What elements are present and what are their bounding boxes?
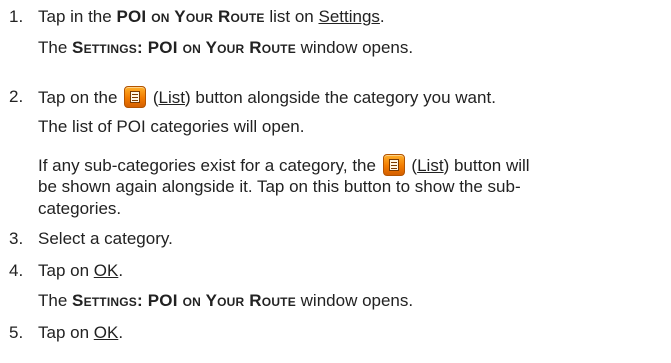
list-link[interactable]: List bbox=[417, 156, 443, 175]
list-icon[interactable] bbox=[382, 154, 405, 176]
step-number: 1. bbox=[9, 7, 24, 26]
step-number: 2. bbox=[9, 87, 24, 106]
step-text: list on bbox=[264, 7, 319, 26]
settings-window-label: Settings: POI on Your Route bbox=[72, 38, 296, 57]
step-number: 4. bbox=[9, 261, 24, 280]
step-number: 5. bbox=[9, 323, 24, 342]
ok-link[interactable]: OK bbox=[94, 323, 119, 342]
list-icon[interactable] bbox=[124, 86, 147, 108]
step-text: Tap in the bbox=[38, 7, 117, 26]
ok-link[interactable]: OK bbox=[94, 261, 119, 280]
poi-on-your-route-label: POI on Your Route bbox=[116, 7, 265, 26]
step-number: 3. bbox=[9, 229, 24, 248]
settings-link[interactable]: Settings bbox=[318, 7, 379, 26]
list-link[interactable]: List bbox=[159, 88, 185, 107]
settings-window-label: Settings: POI on Your Route bbox=[72, 291, 296, 310]
